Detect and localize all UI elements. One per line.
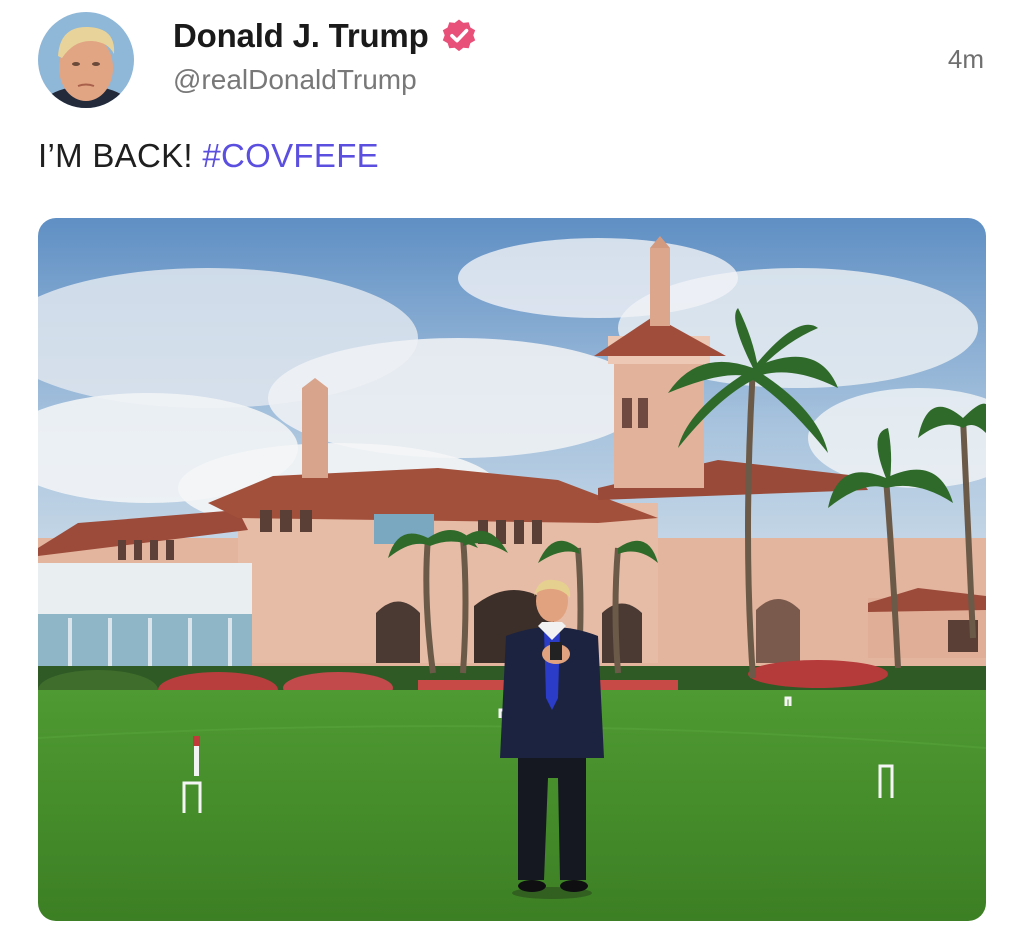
post-card: Donald J. Trump @realDonaldTrump 4m I’M … [0,0,1024,931]
post-text: I’M BACK! [38,137,193,174]
photo-image [38,218,986,921]
author-avatar[interactable] [38,12,134,108]
author-handle[interactable]: @realDonaldTrump [173,64,417,96]
post-body: I’M BACK! #COVFEFE [38,137,379,175]
avatar-image [38,12,134,108]
post-photo[interactable] [38,218,986,921]
author-name-row: Donald J. Trump [173,14,477,58]
post-timestamp[interactable]: 4m [948,44,984,75]
author-display-name[interactable]: Donald J. Trump [173,17,429,55]
hashtag-link[interactable]: #COVFEFE [202,137,379,174]
verified-badge-icon [441,18,477,54]
